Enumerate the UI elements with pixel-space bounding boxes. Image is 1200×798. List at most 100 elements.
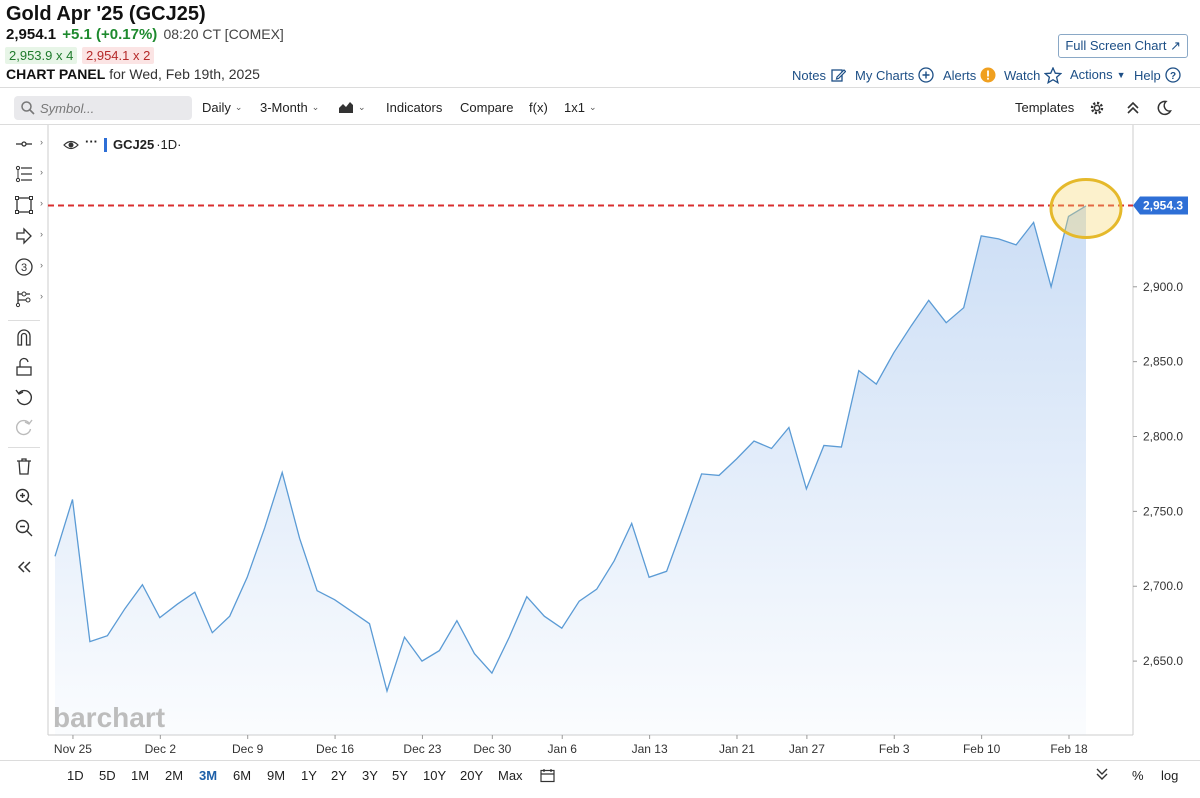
- data-point: [420, 660, 423, 663]
- data-point: [281, 471, 284, 474]
- data-point: [648, 576, 651, 579]
- x-tick-label: Nov 25: [54, 742, 92, 756]
- range-button-2y[interactable]: 2Y: [331, 768, 347, 783]
- data-point: [316, 589, 319, 592]
- range-button-5y[interactable]: 5Y: [392, 768, 408, 783]
- x-tick-label: Dec 2: [145, 742, 177, 756]
- data-point: [403, 636, 406, 639]
- range-button-5d[interactable]: 5D: [99, 768, 116, 783]
- y-tick-label: 2,800.0: [1143, 430, 1183, 444]
- data-point: [857, 369, 860, 372]
- range-button-1m[interactable]: 1M: [131, 768, 149, 783]
- data-point: [141, 583, 144, 586]
- eye-icon[interactable]: [63, 139, 79, 151]
- x-tick-label: Dec 30: [473, 742, 511, 756]
- log-scale-button[interactable]: log: [1161, 768, 1178, 783]
- data-point: [158, 616, 161, 619]
- data-point: [822, 444, 825, 447]
- data-point: [805, 487, 808, 490]
- range-button-max[interactable]: Max: [498, 768, 523, 783]
- data-point: [945, 321, 948, 324]
- x-tick-label: Jan 6: [548, 742, 578, 756]
- x-tick-label: Dec 9: [232, 742, 264, 756]
- price-area: [55, 205, 1086, 735]
- data-point: [368, 622, 371, 625]
- range-button-3y[interactable]: 3Y: [362, 768, 378, 783]
- x-tick-label: Feb 10: [963, 742, 1001, 756]
- legend-symbol: GCJ25: [113, 137, 155, 152]
- x-tick-label: Jan 27: [789, 742, 825, 756]
- legend-menu-icon[interactable]: ···: [85, 134, 98, 149]
- data-point: [351, 610, 354, 613]
- data-point: [910, 324, 913, 327]
- legend-color-swatch: [104, 137, 107, 152]
- range-button-20y[interactable]: 20Y: [460, 768, 483, 783]
- range-button-10y[interactable]: 10Y: [423, 768, 446, 783]
- data-point: [298, 537, 301, 540]
- data-point: [490, 672, 493, 675]
- data-point: [455, 619, 458, 622]
- calendar-icon: [540, 769, 555, 783]
- y-tick-label: 2,850.0: [1143, 355, 1183, 369]
- data-point: [508, 636, 511, 639]
- range-button-1d[interactable]: 1D: [67, 768, 84, 783]
- y-tick-label: 2,900.0: [1143, 280, 1183, 294]
- current-price-label: 2,954.3: [1143, 198, 1183, 212]
- data-point: [211, 631, 214, 634]
- data-point: [980, 234, 983, 237]
- data-point: [333, 598, 336, 601]
- data-point: [927, 299, 930, 302]
- data-point: [770, 447, 773, 450]
- series-legend: ··· GCJ25·1D·: [63, 134, 181, 152]
- data-point: [700, 472, 703, 475]
- data-point: [386, 690, 389, 693]
- x-tick-label: Jan 13: [632, 742, 668, 756]
- bottom-divider: [0, 760, 1200, 761]
- data-point: [892, 351, 895, 354]
- data-point: [578, 600, 581, 603]
- data-point: [840, 445, 843, 448]
- range-button-1y[interactable]: 1Y: [301, 768, 317, 783]
- data-point: [193, 591, 196, 594]
- data-point: [176, 603, 179, 606]
- data-point: [665, 570, 668, 573]
- x-tick-label: Jan 21: [719, 742, 755, 756]
- data-point: [525, 595, 528, 598]
- y-tick-label: 2,700.0: [1143, 579, 1183, 593]
- range-button-3m[interactable]: 3M: [199, 768, 217, 783]
- data-point: [438, 649, 441, 652]
- data-point: [1050, 285, 1053, 288]
- price-axis-ticks: 2,650.0 2,700.0 2,750.0 2,800.0 2,850.0 2,900…: [1133, 280, 1183, 668]
- double-chevron-down-icon: [1096, 768, 1108, 780]
- range-button-6m[interactable]: 6M: [233, 768, 251, 783]
- x-tick-label: Feb 3: [879, 742, 910, 756]
- y-tick-label: 2,750.0: [1143, 504, 1183, 518]
- watermark-logo: barchart: [53, 702, 165, 733]
- data-point: [246, 576, 249, 579]
- data-point: [473, 652, 476, 655]
- data-point: [613, 559, 616, 562]
- data-point: [1015, 243, 1018, 246]
- highlight-circle: [1049, 177, 1123, 239]
- range-button-9m[interactable]: 9M: [267, 768, 285, 783]
- date-picker-button[interactable]: [540, 768, 555, 788]
- x-tick-label: Feb 18: [1050, 742, 1088, 756]
- time-axis-ticks: Nov 25 Dec 2 Dec 9 Dec 16 Dec 23 Dec 30 Jan 6 J…: [54, 735, 1088, 756]
- data-point: [1032, 221, 1035, 224]
- data-point: [106, 634, 109, 637]
- x-tick-label: Dec 23: [403, 742, 441, 756]
- data-point: [263, 526, 266, 529]
- range-button-2m[interactable]: 2M: [165, 768, 183, 783]
- data-point: [228, 615, 231, 618]
- data-point: [962, 306, 965, 309]
- data-point: [123, 607, 126, 610]
- data-point: [88, 640, 91, 643]
- data-point: [683, 522, 686, 525]
- scroll-down-button[interactable]: [1095, 766, 1109, 787]
- price-chart[interactable]: 2,650.0 2,700.0 2,750.0 2,800.0 2,850.0 2,900…: [0, 0, 1200, 798]
- y-tick-label: 2,650.0: [1143, 654, 1183, 668]
- percent-scale-button[interactable]: %: [1132, 768, 1144, 783]
- data-point: [595, 588, 598, 591]
- data-point: [54, 555, 57, 558]
- data-point: [752, 440, 755, 443]
